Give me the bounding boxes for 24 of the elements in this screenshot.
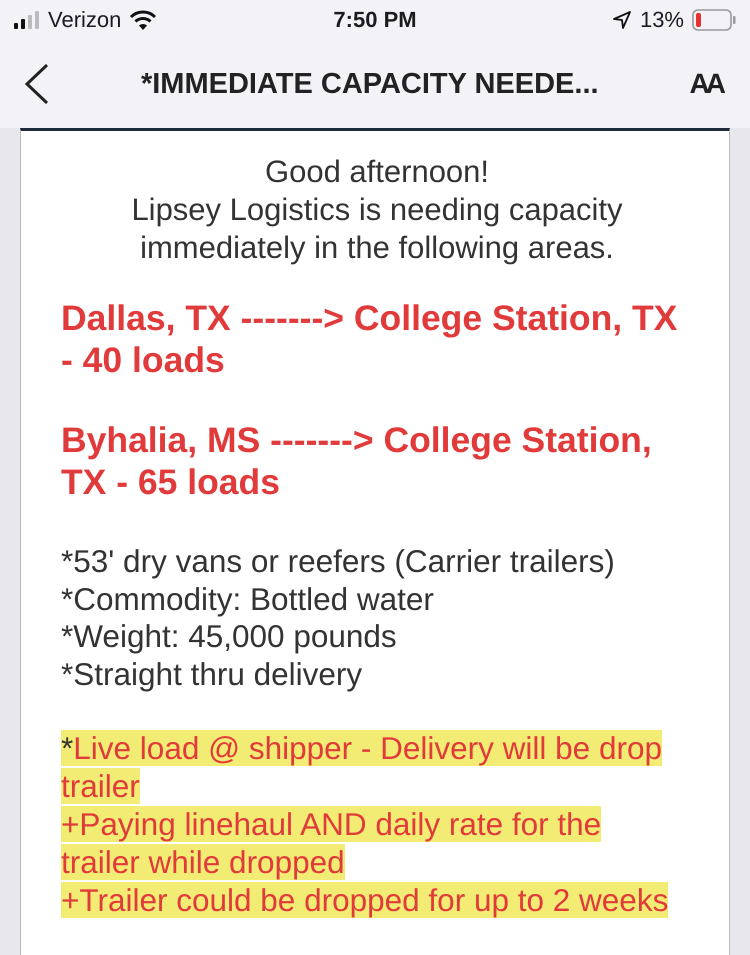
detail-text: *53' dry vans or reefers (Carrier trailers) [61, 543, 616, 580]
detail-text: *Weight: 45,000 pounds [61, 618, 398, 656]
location-icon [612, 10, 632, 30]
highlighted-note: +Trailer could be dropped for up to 2 weeks [61, 882, 668, 918]
lane-heading: Dallas, TX -------> College Station, TX - 40 loads [61, 297, 678, 381]
asterisk-mark: * [61, 730, 74, 766]
wifi-icon [129, 10, 158, 30]
signal-icon [14, 11, 40, 29]
back-icon[interactable] [24, 63, 50, 105]
battery-icon [692, 9, 736, 31]
highlighted-note: trailer [61, 768, 140, 804]
battery-percent: 13% [640, 7, 684, 33]
highlighted-note: +Paying linehaul AND daily rate for the [61, 806, 602, 842]
detail-text: *Straight thru delivery [61, 656, 364, 693]
text-size-button[interactable]: AA [690, 68, 728, 100]
detail-text: *Commodity: Bottled water [61, 580, 435, 618]
greeting-text: Good afternoon! [264, 153, 490, 191]
highlighted-note: trailer while dropped [61, 844, 345, 880]
carrier-name: Verizon [48, 7, 122, 33]
highlighted-note: Live load @ shipper - Delivery will be drop [73, 730, 662, 766]
page-title: *IMMEDIATE CAPACITY NEEDE... [140, 68, 600, 100]
greeting-text: Lipsey Logistics is needing capacity immediately in the following areas. [130, 191, 624, 267]
clock-time: 7:50 PM [333, 7, 417, 33]
lane-heading: Byhalia, MS -------> College Station, TX - 65 loads [61, 419, 653, 503]
